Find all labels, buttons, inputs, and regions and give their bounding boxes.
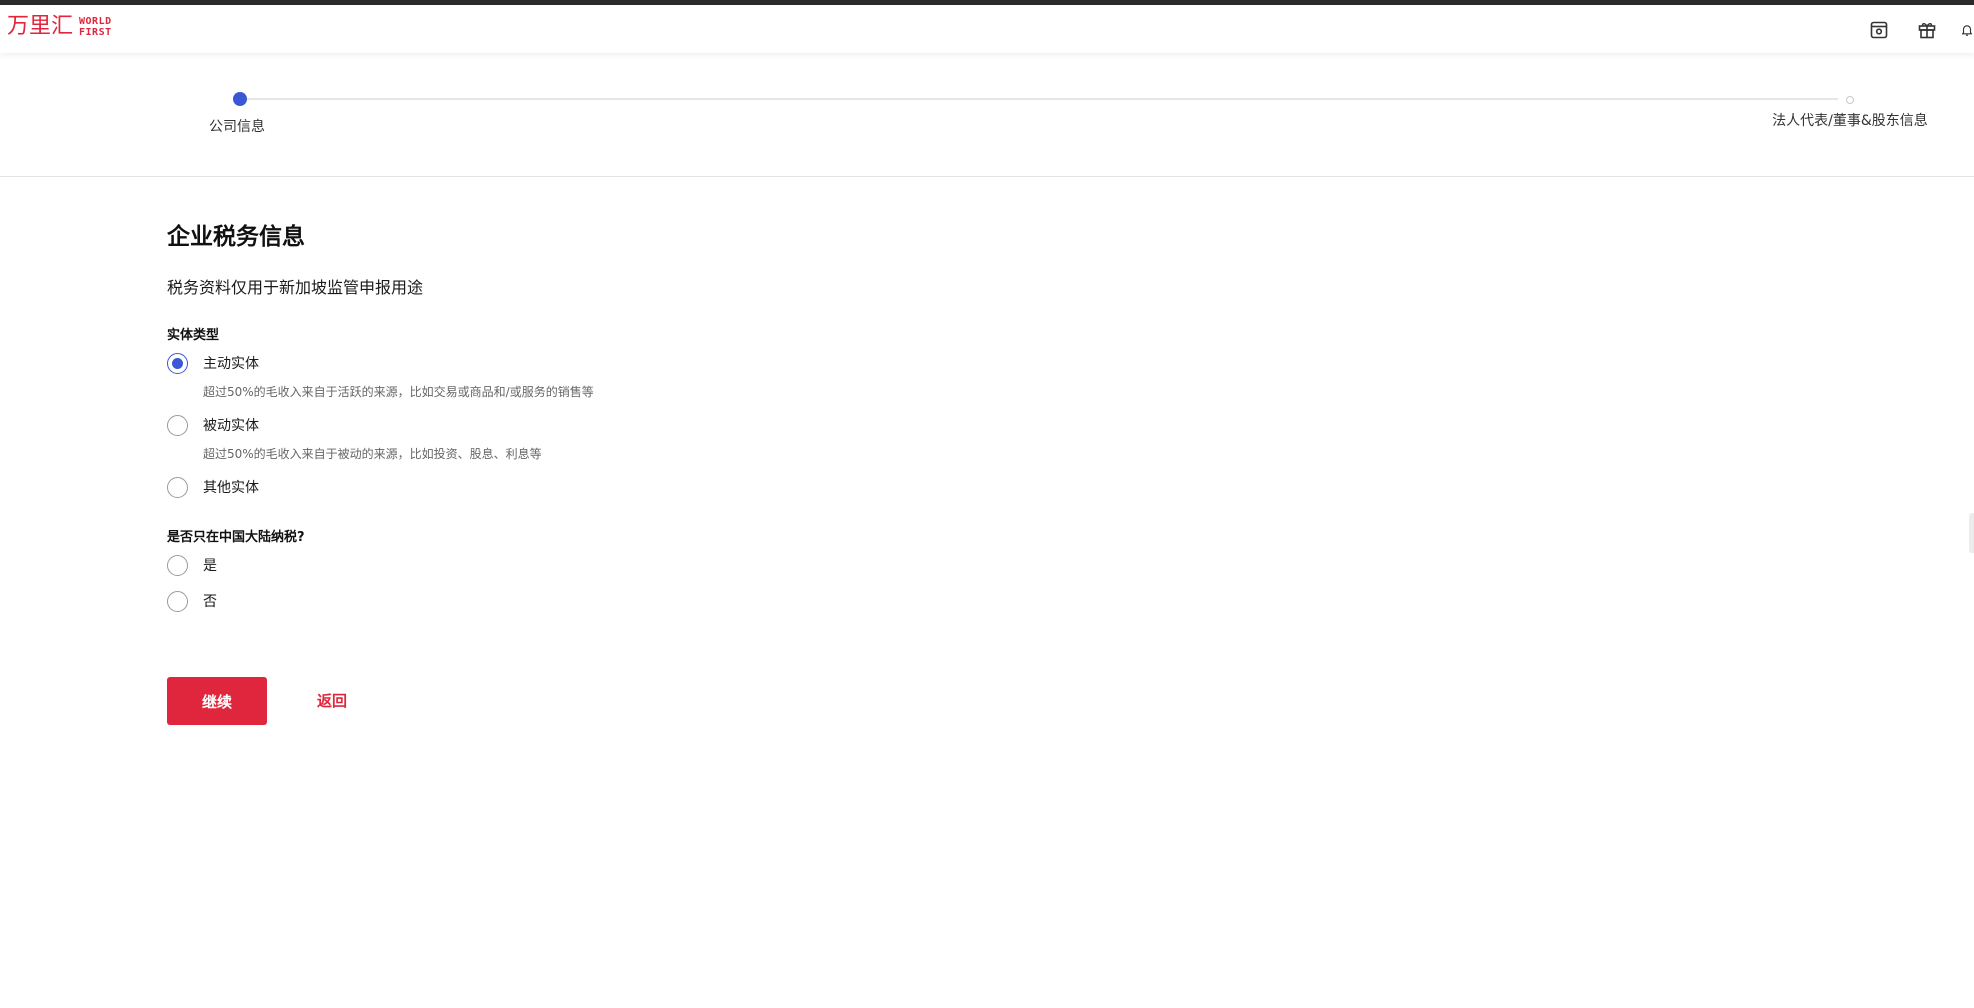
radio-description: 超过50%的毛收入来自于活跃的来源，比如交易或商品和/或服务的销售等 bbox=[203, 385, 594, 399]
back-link[interactable]: 返回 bbox=[317, 690, 347, 711]
mainland-tax-label: 是否只在中国大陆纳税? bbox=[167, 530, 305, 545]
logo-en-line2: FIRST bbox=[79, 27, 112, 38]
radio-button[interactable] bbox=[167, 414, 188, 436]
side-drawer-handle[interactable] bbox=[1969, 513, 1974, 553]
radio-label: 主动实体 bbox=[203, 356, 259, 372]
radio-label: 是 bbox=[203, 558, 217, 574]
entity-type-label: 实体类型 bbox=[167, 328, 220, 343]
radio-button[interactable] bbox=[167, 554, 188, 576]
page-subtitle: 税务资料仅用于新加坡监管申报用途 bbox=[167, 278, 424, 297]
radio-label: 被动实体 bbox=[203, 418, 259, 434]
step-1-dot bbox=[233, 92, 247, 106]
radio-yes[interactable]: 是 bbox=[167, 553, 217, 577]
page-title: 企业税务信息 bbox=[167, 224, 305, 250]
radio-button-checked[interactable] bbox=[167, 352, 188, 374]
step-2-dot bbox=[1846, 96, 1854, 104]
radio-other-entity[interactable]: 其他实体 bbox=[167, 475, 259, 499]
radio-no[interactable]: 否 bbox=[167, 589, 217, 613]
radio-button[interactable] bbox=[167, 590, 188, 612]
step-2-label: 法人代表/董事&股东信息 bbox=[1772, 113, 1928, 129]
radio-button[interactable] bbox=[167, 476, 188, 498]
gift-icon[interactable] bbox=[1915, 18, 1939, 42]
radio-description: 超过50%的毛收入来自于被动的来源，比如投资、股息、利息等 bbox=[203, 447, 542, 461]
logo-en-line1: WORLD bbox=[79, 16, 112, 27]
logo-cn-text: 万里汇 bbox=[7, 14, 74, 39]
progress-stepper: 公司信息 法人代表/董事&股东信息 bbox=[0, 53, 1974, 177]
logo-en-text: WORLD FIRST bbox=[79, 16, 112, 38]
radio-passive-entity[interactable]: 被动实体 bbox=[167, 413, 259, 437]
radio-active-entity[interactable]: 主动实体 bbox=[167, 351, 259, 375]
radio-label: 其他实体 bbox=[203, 480, 259, 496]
bell-icon[interactable] bbox=[1960, 18, 1974, 42]
radio-label: 否 bbox=[203, 594, 217, 610]
continue-button[interactable]: 继续 bbox=[167, 677, 267, 725]
step-1-label: 公司信息 bbox=[209, 119, 265, 135]
worldfirst-logo[interactable]: 万里汇 WORLD FIRST bbox=[7, 14, 112, 40]
app-header: 万里汇 WORLD FIRST bbox=[0, 5, 1974, 53]
stepper-line bbox=[240, 98, 1838, 100]
wallet-icon[interactable] bbox=[1867, 18, 1891, 42]
